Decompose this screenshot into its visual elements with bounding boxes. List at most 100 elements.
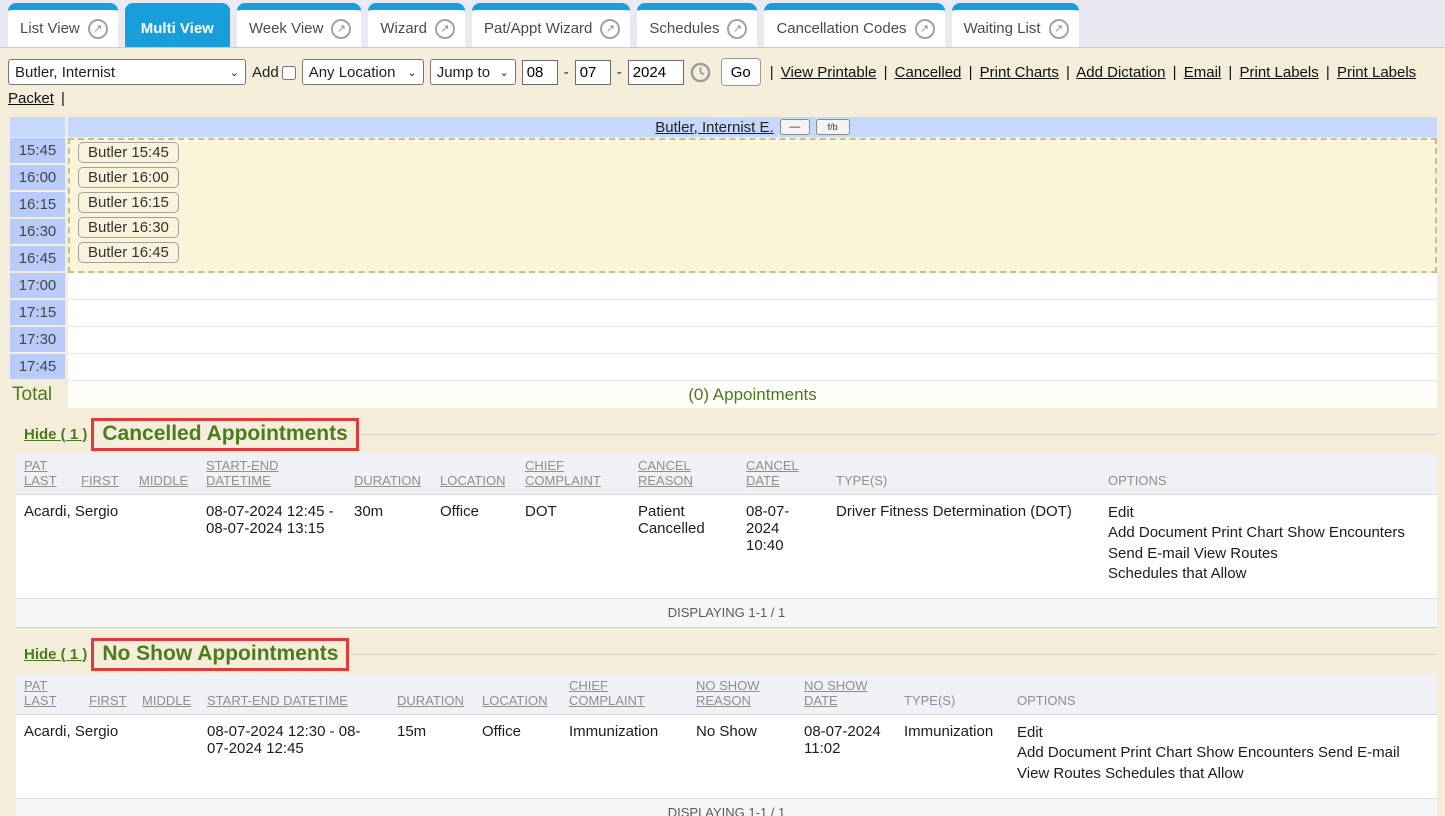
fb-button[interactable]: f/b — [816, 119, 850, 135]
no-show-section-title: No Show Appointments — [102, 642, 338, 665]
email-link[interactable]: Email — [1184, 64, 1222, 81]
open-slot-button[interactable]: Butler 16:45 — [78, 242, 179, 263]
open-slot-button[interactable]: Butler 15:45 — [78, 142, 179, 163]
chevron-down-icon: ⌄ — [230, 66, 239, 79]
print-labels-link[interactable]: Print Labels — [1240, 64, 1319, 81]
sort-duration[interactable]: DURATION — [397, 693, 464, 708]
date-month-field[interactable] — [522, 60, 558, 85]
empty-schedule-row[interactable] — [68, 273, 1437, 300]
print-charts-link[interactable]: Print Charts — [980, 64, 1059, 81]
tab-list-view[interactable]: List View ↗ — [8, 3, 118, 47]
sort-location[interactable]: LOCATION — [482, 693, 548, 708]
sort-location[interactable]: LOCATION — [440, 473, 506, 488]
time-slot-label[interactable]: 16:45 — [10, 246, 65, 271]
time-slot-label[interactable]: 15:45 — [10, 138, 65, 163]
tab-week-view[interactable]: Week View ↗ — [237, 3, 361, 47]
view-printable-link[interactable]: View Printable — [781, 64, 877, 81]
option-links[interactable]: Edit — [1017, 723, 1429, 743]
time-slot-label[interactable]: 17:15 — [10, 300, 65, 325]
external-link-icon[interactable]: ↗ — [331, 19, 351, 39]
empty-schedule-row[interactable] — [68, 327, 1437, 354]
table-row: Acardi, Sergio 08-07-2024 12:45 - 08-07-… — [16, 495, 1437, 599]
empty-schedule-row[interactable] — [68, 354, 1437, 381]
collapse-column-button[interactable]: — — [780, 119, 810, 135]
sort-cancel-date[interactable]: CANCEL DATE — [746, 458, 799, 488]
print-labels-packet-link[interactable]: Print Labels — [1337, 64, 1416, 81]
option-links[interactable]: Schedules that Allow — [1108, 564, 1429, 584]
external-link-icon[interactable]: ↗ — [727, 19, 747, 39]
option-links[interactable]: Send E-mail View Routes — [1108, 544, 1429, 564]
sort-middle[interactable]: MIDDLE — [139, 473, 188, 488]
date-year-field[interactable] — [628, 60, 684, 85]
tab-wizard[interactable]: Wizard ↗ — [368, 3, 465, 47]
jump-to-select[interactable]: Jump to ⌄ — [430, 59, 516, 85]
link-separator: | — [1323, 64, 1333, 81]
external-link-icon[interactable]: ↗ — [1049, 19, 1069, 39]
option-links[interactable]: Add Document Print Chart Show Encounters — [1108, 523, 1429, 543]
link-separator: | — [767, 64, 777, 81]
sort-start-end[interactable]: START-END DATETIME — [206, 458, 278, 488]
option-links[interactable]: View Routes Schedules that Allow — [1017, 764, 1429, 784]
sort-chief-complaint[interactable]: CHIEF COMPLAINT — [525, 458, 601, 488]
time-slot-label[interactable]: 17:30 — [10, 327, 65, 352]
sort-pat-last[interactable]: PAT LAST — [24, 678, 57, 708]
hide-cancelled-link[interactable]: Hide ( 1 ) — [24, 426, 87, 443]
cancelled-appointments-table: PAT LAST FIRST MIDDLE START-END DATETIME… — [16, 453, 1437, 628]
option-links[interactable]: Add Document Print Chart Show Encounters… — [1017, 743, 1429, 763]
sort-first[interactable]: FIRST — [81, 473, 119, 488]
time-slot-label[interactable]: 17:00 — [10, 273, 65, 298]
time-slot-label[interactable]: 17:45 — [10, 354, 65, 379]
location-select[interactable]: Any Location ⌄ — [302, 59, 424, 85]
time-slot-label[interactable]: 16:15 — [10, 192, 65, 217]
duration: 15m — [389, 715, 474, 799]
print-labels-packet-link-wrap[interactable]: Packet — [8, 90, 54, 107]
empty-schedule-row[interactable] — [68, 300, 1437, 327]
provider-name-link[interactable]: Butler, Internist E. — [655, 119, 773, 136]
hide-no-show-link[interactable]: Hide ( 1 ) — [24, 646, 87, 663]
tab-waiting-list[interactable]: Waiting List ↗ — [952, 3, 1079, 47]
tab-cancellation-codes[interactable]: Cancellation Codes ↗ — [764, 3, 944, 47]
external-link-icon[interactable]: ↗ — [600, 19, 620, 39]
open-slot-button[interactable]: Butler 16:15 — [78, 192, 179, 213]
link-separator: | — [966, 64, 976, 81]
time-slot-label[interactable]: 16:30 — [10, 219, 65, 244]
open-slots-panel: Butler 15:45 Butler 16:00 Butler 16:15 B… — [68, 138, 1437, 273]
tab-multi-view[interactable]: Multi View — [125, 3, 230, 47]
tab-pat-appt-wizard[interactable]: Pat/Appt Wizard ↗ — [472, 3, 630, 47]
tab-label: Cancellation Codes — [776, 20, 906, 37]
column-options: OPTIONS — [1017, 693, 1076, 708]
location: Office — [432, 495, 517, 599]
cancelled-link[interactable]: Cancelled — [895, 64, 962, 81]
clock-icon[interactable] — [690, 62, 711, 83]
add-dictation-link[interactable]: Add Dictation — [1076, 64, 1165, 81]
external-link-icon[interactable]: ↗ — [435, 19, 455, 39]
sort-no-show-date[interactable]: NO SHOW DATE — [804, 678, 868, 708]
option-links[interactable]: Edit — [1108, 503, 1429, 523]
sort-no-show-reason[interactable]: NO SHOW REASON — [696, 678, 760, 708]
multi-view-schedule-grid: Butler, Internist E. — f/b 15:45 16:00 1… — [10, 117, 1437, 408]
sort-middle[interactable]: MIDDLE — [142, 693, 191, 708]
time-slot-label[interactable]: 16:00 — [10, 165, 65, 190]
tab-label: Waiting List — [964, 20, 1041, 37]
table-header-row: PAT LAST FIRST MIDDLE START-END DATETIME… — [16, 673, 1437, 715]
duration: 30m — [346, 495, 432, 599]
sort-first[interactable]: FIRST — [89, 693, 127, 708]
add-checkbox[interactable] — [282, 66, 296, 80]
open-slot-button[interactable]: Butler 16:00 — [78, 167, 179, 188]
go-button[interactable]: Go — [721, 58, 761, 86]
external-link-icon[interactable]: ↗ — [915, 19, 935, 39]
sort-pat-last[interactable]: PAT LAST — [24, 458, 57, 488]
external-link-icon[interactable]: ↗ — [88, 19, 108, 39]
sort-duration[interactable]: DURATION — [354, 473, 421, 488]
patient-name[interactable]: Acardi, Sergio — [16, 715, 81, 799]
jump-to-select-value: Jump to — [437, 64, 490, 81]
provider-select[interactable]: Butler, Internist ⌄ — [8, 59, 246, 85]
patient-name[interactable]: Acardi, Sergio — [16, 495, 73, 599]
sort-cancel-reason[interactable]: CANCEL REASON — [638, 458, 693, 488]
sort-start-end[interactable]: START-END DATETIME — [207, 693, 348, 708]
open-slot-button[interactable]: Butler 16:30 — [78, 217, 179, 238]
tab-schedules[interactable]: Schedules ↗ — [637, 3, 757, 47]
chevron-down-icon: ⌄ — [407, 66, 416, 79]
date-day-field[interactable] — [575, 60, 611, 85]
sort-chief-complaint[interactable]: CHIEF COMPLAINT — [569, 678, 645, 708]
